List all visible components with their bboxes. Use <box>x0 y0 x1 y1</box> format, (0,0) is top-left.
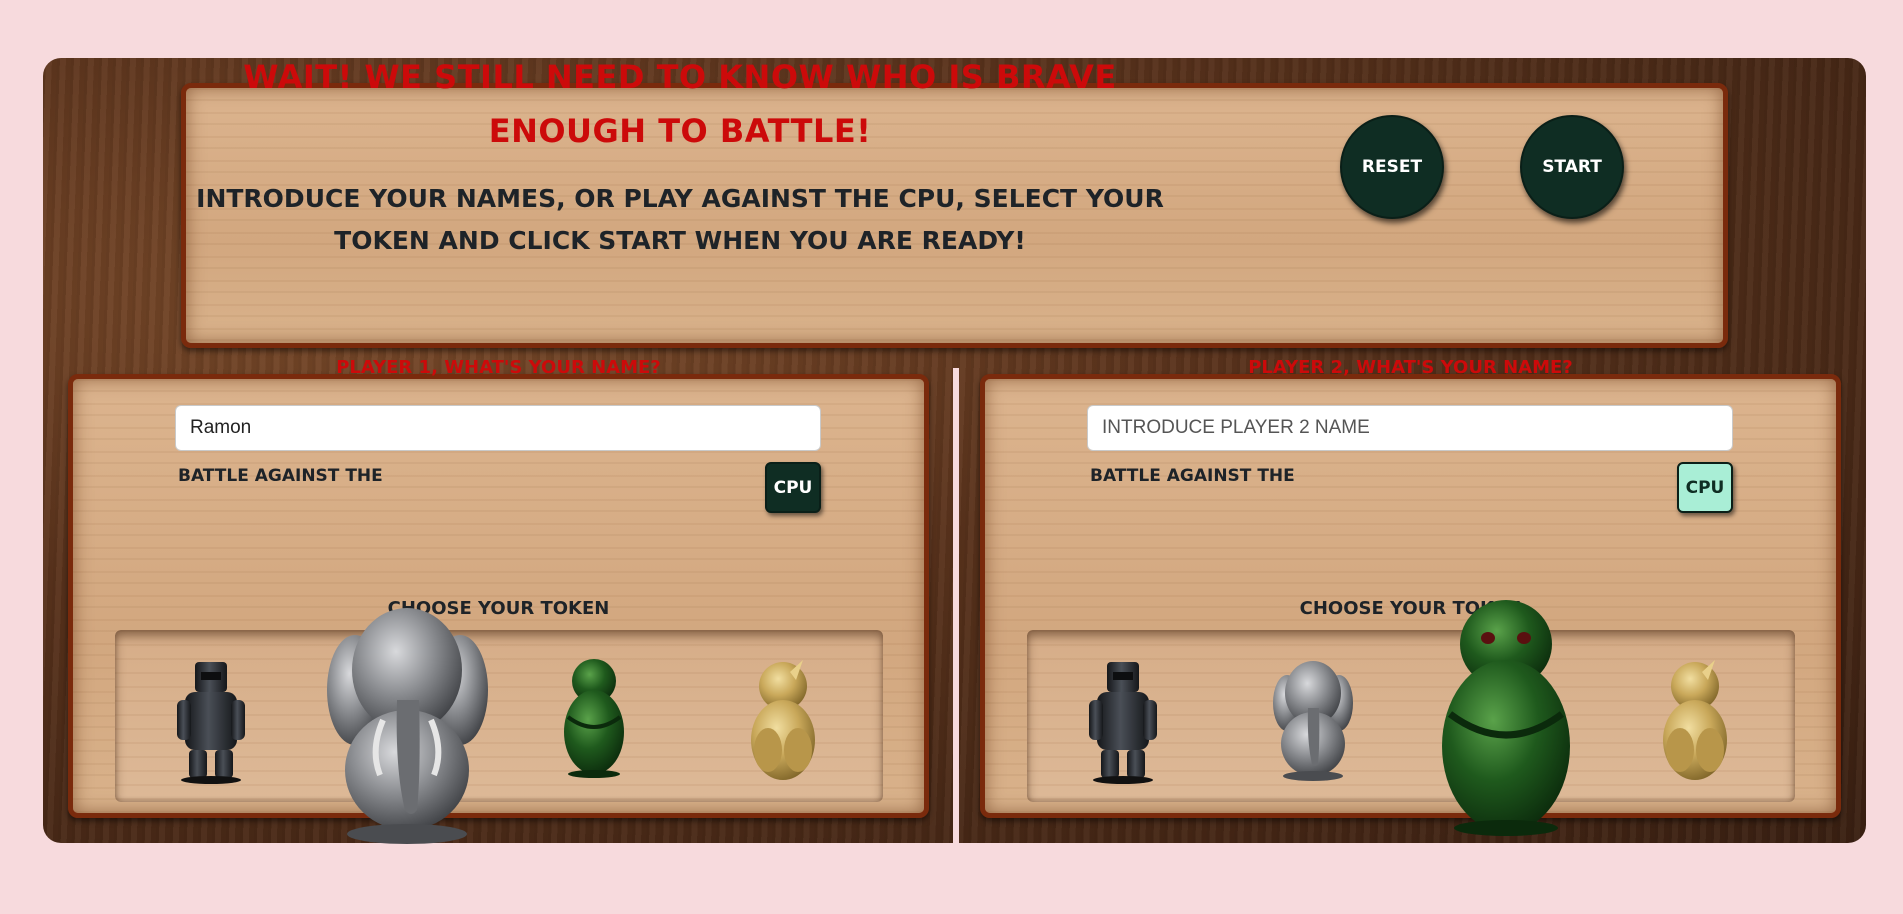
player-2-choose-token-label: Choose your token <box>1299 598 1522 619</box>
start-button[interactable]: Start <box>1520 115 1624 219</box>
player-2-name-input[interactable] <box>1087 405 1733 451</box>
player-1-heading: Player 1, what's your name? <box>336 357 661 378</box>
green-monkey-figurine-icon[interactable] <box>560 657 628 779</box>
gold-rhino-figurine-icon[interactable] <box>748 658 818 782</box>
player-1-name-input[interactable] <box>175 405 821 451</box>
silver-elephant-figurine-icon[interactable] <box>325 600 490 846</box>
silver-elephant-figurine-icon[interactable] <box>1272 658 1354 782</box>
green-monkey-figurine-icon[interactable] <box>1436 596 1576 838</box>
gold-rhino-figurine-icon[interactable] <box>1660 658 1730 782</box>
player-2-heading: Player 2, what's your name? <box>1248 357 1573 378</box>
black-robot-figurine-icon[interactable] <box>1087 660 1159 784</box>
player-1-battle-label: Battle against the <box>178 466 383 486</box>
player-2-cpu-toggle[interactable]: CPU <box>1677 462 1733 513</box>
player-1-cpu-toggle[interactable]: CPU <box>765 462 821 513</box>
page-title: Wait! We still need to know who is brave… <box>243 58 1117 150</box>
instructions-text: Introduce your names, or play against th… <box>196 184 1164 255</box>
player-2-battle-label: Battle against the <box>1090 466 1295 486</box>
black-robot-figurine-icon[interactable] <box>175 660 247 784</box>
player-1-choose-token-label: Choose your token <box>387 598 610 619</box>
reset-button[interactable]: Reset <box>1340 115 1444 219</box>
